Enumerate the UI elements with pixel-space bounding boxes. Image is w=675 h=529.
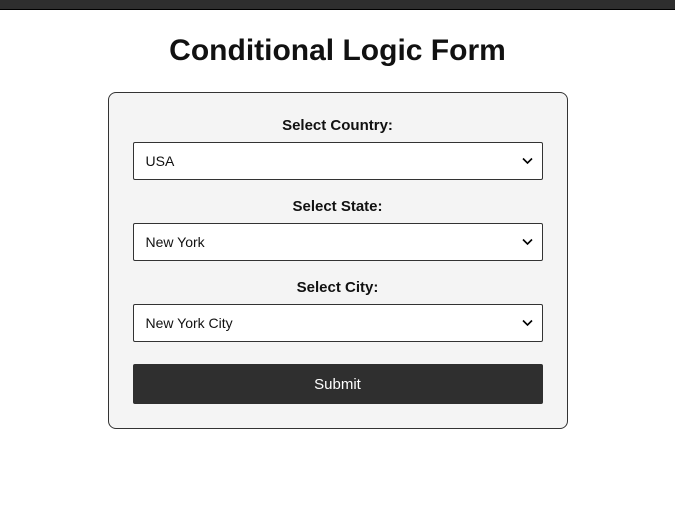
state-label: Select State: [133,198,543,215]
form-container: Select Country: USA Select State: New Yo… [108,92,568,429]
city-select[interactable]: New York City [133,304,543,342]
page-title: Conditional Logic Form [0,34,675,68]
state-select[interactable]: New York [133,223,543,261]
country-select[interactable]: USA [133,142,543,180]
top-bar [0,0,675,10]
submit-button[interactable]: Submit [133,364,543,404]
country-select-wrap: USA [133,142,543,180]
state-select-wrap: New York [133,223,543,261]
country-label: Select Country: [133,117,543,134]
city-label: Select City: [133,279,543,296]
city-select-wrap: New York City [133,304,543,342]
